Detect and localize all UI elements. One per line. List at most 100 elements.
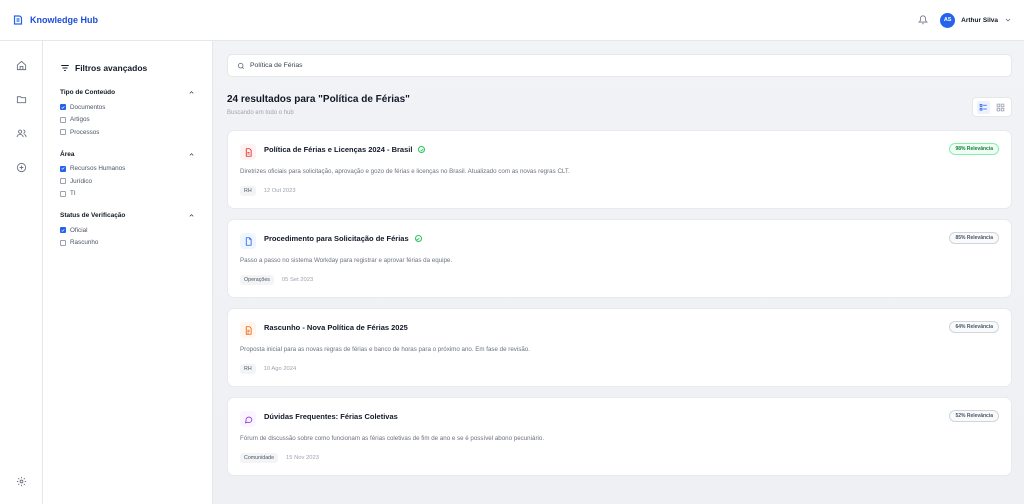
filter-option-oficial[interactable]: Oficial: [60, 224, 195, 237]
result-card[interactable]: Política de Férias e Licenças 2024 - Bra…: [227, 130, 1012, 209]
checkbox[interactable]: [60, 239, 66, 246]
result-title-text[interactable]: Política de Férias e Licenças 2024 - Bra…: [264, 145, 412, 154]
checkbox[interactable]: [60, 129, 66, 136]
search-input[interactable]: Política de Férias: [250, 62, 303, 69]
chevron-down-icon[interactable]: [1004, 16, 1012, 24]
result-card[interactable]: Procedimento para Solicitação de Férias …: [227, 219, 1012, 298]
category-tag[interactable]: Operações: [240, 275, 274, 285]
filter-option-recursos-humanos[interactable]: Recursos Humanos: [60, 163, 195, 176]
option-label: Processos: [70, 128, 100, 136]
checkbox-checked[interactable]: [60, 165, 66, 172]
result-title[interactable]: Rascunho - Nova Política de Férias 2025: [264, 323, 408, 332]
result-card[interactable]: Dúvidas Frequentes: Férias Coletivas 52%…: [227, 397, 1012, 476]
avatar[interactable]: AS: [940, 12, 956, 28]
filter-group-label: Status de Verificação: [60, 212, 126, 219]
filters-header: Filtros avançados: [60, 63, 195, 73]
category-tag[interactable]: Comunidade: [240, 453, 279, 463]
result-description: Passo a passo no sistema Workday para re…: [240, 257, 453, 264]
verified-badge-icon: [418, 146, 426, 153]
user-name[interactable]: Arthur Silva: [961, 17, 998, 24]
result-meta: RH 12 Out 2023: [240, 186, 296, 196]
app-title: Knowledge Hub: [30, 15, 98, 25]
filter-lines-icon: [61, 65, 69, 71]
document-icon: [240, 233, 256, 249]
option-label: Jurídico: [70, 177, 93, 185]
view-toggle: [972, 97, 1012, 117]
top-bar: Knowledge Hub AS Arthur Silva: [0, 0, 1024, 41]
grid-view-icon[interactable]: [994, 101, 1007, 114]
filter-option-rascunho[interactable]: Rascunho: [60, 237, 195, 250]
search-icon: [237, 62, 244, 69]
filters-title: Filtros avançados: [75, 63, 148, 73]
filters-panel: Filtros avançados Tipo de Conteúdo Docum…: [43, 41, 213, 504]
results-title: 24 resultados para "Política de Férias": [227, 94, 410, 105]
filter-group-header[interactable]: Tipo de Conteúdo: [60, 89, 195, 96]
filter-group-content-type: Tipo de Conteúdo Documentos Artigos Proc…: [60, 89, 195, 139]
draft-document-icon: [240, 322, 256, 338]
result-title-text[interactable]: Dúvidas Frequentes: Férias Coletivas: [264, 412, 398, 421]
checkbox[interactable]: [60, 178, 66, 185]
icon-rail: [0, 41, 43, 504]
result-title[interactable]: Política de Férias e Licenças 2024 - Bra…: [264, 145, 426, 154]
filter-group-header[interactable]: Status de Verificação: [60, 212, 195, 219]
knowledge-hub-logo-icon: [13, 15, 23, 25]
result-description: Diretrizes oficiais para solicitação, ap…: [240, 168, 570, 175]
brand[interactable]: Knowledge Hub: [12, 14, 98, 26]
option-label: Recursos Humanos: [70, 165, 126, 173]
checkbox[interactable]: [60, 116, 66, 123]
relevance-badge: 52% Relevância: [949, 410, 999, 422]
verified-badge-icon: [414, 235, 422, 242]
result-title-text[interactable]: Rascunho - Nova Política de Férias 2025: [264, 323, 408, 332]
filter-group-label: Área: [60, 150, 75, 158]
chevron-up-icon[interactable]: [188, 151, 195, 158]
filter-group-label: Tipo de Conteúdo: [60, 89, 116, 96]
result-title[interactable]: Dúvidas Frequentes: Férias Coletivas: [264, 412, 398, 421]
users-icon[interactable]: [15, 127, 27, 139]
settings-gear-icon[interactable]: [15, 475, 27, 487]
option-label: TI: [70, 190, 76, 198]
chat-bubble-icon: [240, 411, 256, 427]
filter-option-documentos[interactable]: Documentos: [60, 101, 195, 114]
notification-bell-icon[interactable]: [916, 13, 930, 27]
list-view-icon[interactable]: [977, 100, 990, 114]
filter-option-artigos[interactable]: Artigos: [60, 114, 195, 127]
checkbox-checked[interactable]: [60, 104, 66, 111]
relevance-badge: 85% Relevância: [949, 232, 999, 244]
results-subtitle: Buscando em todo o hub: [227, 110, 294, 116]
result-description: Fórum de discussão sobre como funcionam …: [240, 435, 545, 442]
add-circle-icon[interactable]: [15, 161, 27, 173]
filter-group-verification: Status de Verificação Oficial Rascunho: [60, 212, 195, 249]
filter-option-ti[interactable]: TI: [60, 188, 195, 201]
category-tag[interactable]: RH: [240, 364, 256, 374]
result-title-text[interactable]: Procedimento para Solicitação de Férias: [264, 234, 409, 243]
main-content: Política de Férias 24 resultados para "P…: [213, 41, 1024, 504]
result-meta: RH 10 Ago 2024: [240, 364, 296, 374]
folder-icon[interactable]: [15, 93, 27, 105]
filter-group-header[interactable]: Área: [60, 151, 195, 158]
user-area: AS Arthur Silva: [916, 12, 1012, 28]
chevron-up-icon[interactable]: [188, 89, 195, 96]
result-date: 10 Ago 2024: [263, 366, 297, 372]
checkbox[interactable]: [60, 190, 66, 197]
search-bar[interactable]: Política de Férias: [227, 54, 1012, 77]
filter-group-area: Área Recursos Humanos Jurídico TI: [60, 151, 195, 201]
relevance-badge: 64% Relevância: [949, 321, 999, 333]
checkbox-checked[interactable]: [60, 227, 66, 234]
result-title[interactable]: Procedimento para Solicitação de Férias: [264, 234, 422, 243]
result-description: Proposta inicial para as novas regras de…: [240, 346, 530, 353]
result-card[interactable]: Rascunho - Nova Política de Férias 2025 …: [227, 308, 1012, 387]
filter-option-processos[interactable]: Processos: [60, 126, 195, 139]
relevance-badge: 98% Relevância: [949, 143, 999, 155]
home-icon[interactable]: [15, 59, 27, 71]
filter-option-juridico[interactable]: Jurídico: [60, 175, 195, 188]
option-label: Oficial: [70, 226, 88, 234]
result-meta: Operações 05 Set 2023: [240, 275, 313, 285]
category-tag[interactable]: RH: [240, 186, 256, 196]
result-date: 15 Nov 2023: [286, 455, 319, 461]
result-date: 05 Set 2023: [281, 277, 314, 283]
option-label: Artigos: [70, 116, 90, 124]
result-date: 12 Out 2023: [263, 188, 296, 194]
option-label: Documentos: [70, 103, 106, 111]
chevron-up-icon[interactable]: [188, 212, 195, 219]
result-meta: Comunidade 15 Nov 2023: [240, 453, 319, 463]
